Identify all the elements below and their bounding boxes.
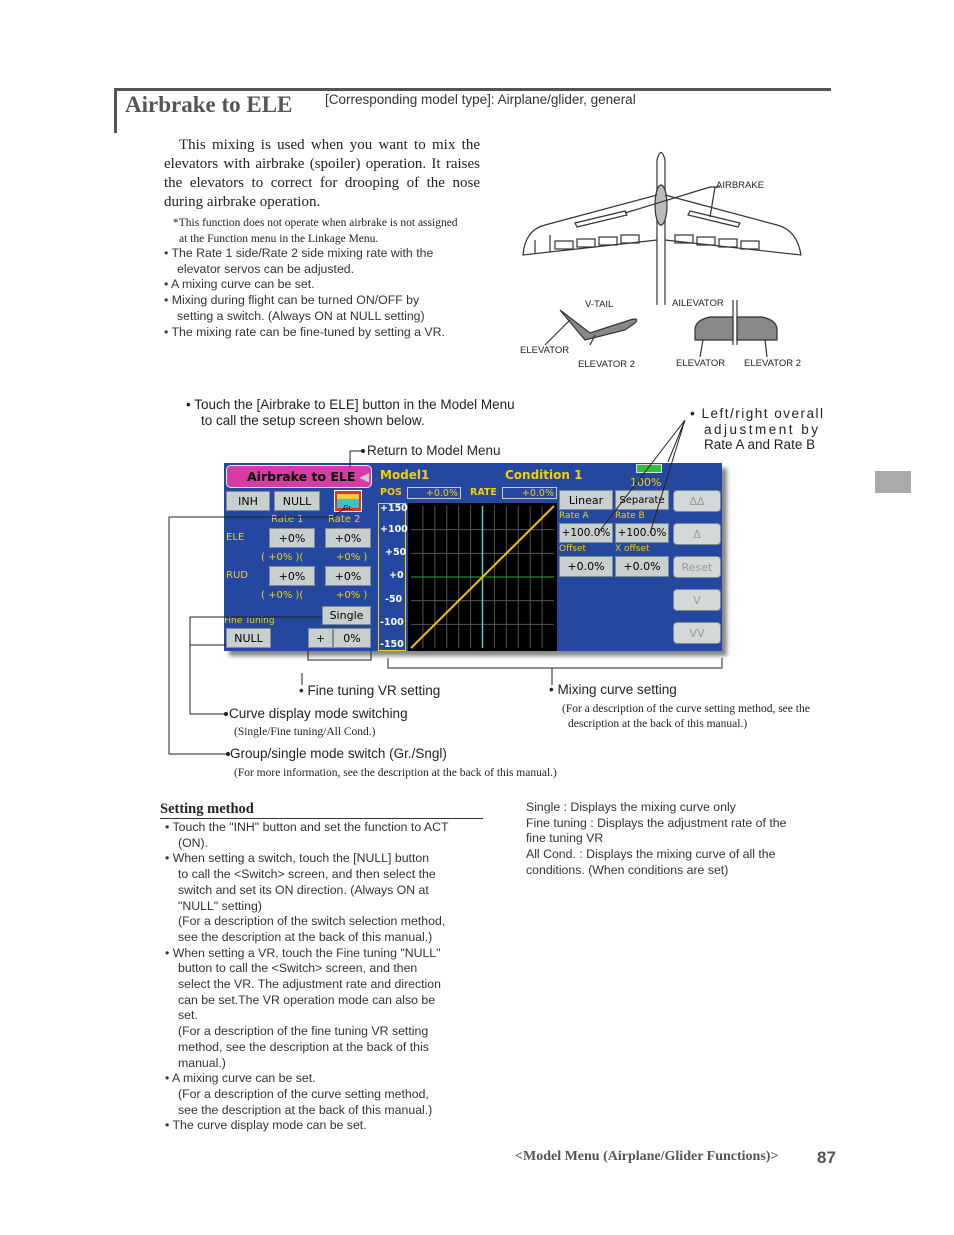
setting-line: can be set.The VR operation mode can als… [178, 992, 436, 1007]
setting-line: set. [178, 1008, 198, 1023]
mode-line: fine tuning VR [526, 831, 604, 846]
setting-line: see the description at the back of this … [178, 929, 433, 944]
annotation-group-note: (For more information, see the descripti… [234, 767, 557, 779]
setting-line: manual.) [178, 1055, 226, 1070]
setting-line: (For a description of the fine tuning VR… [178, 1024, 429, 1039]
setting-line: see the description at the back of this … [178, 1102, 433, 1117]
setting-list: • Touch the "INH" button and set the fun… [165, 820, 449, 1134]
mode-line: conditions. (When conditions are set) [526, 862, 729, 877]
footer-section: <Model Menu (Airplane/Glider Functions)> [515, 1149, 779, 1164]
setting-line: select the VR. The adjustment rate and d… [178, 977, 441, 992]
annotation-group: Group/single mode switch (Gr./Sngl) [230, 746, 447, 761]
annotation-curve-note: (For a description of the curve setting … [562, 703, 810, 715]
section-tab [875, 471, 911, 493]
annotation-curve-mode: Curve display mode switching [229, 706, 408, 721]
setting-line: • The curve display mode can be set. [165, 1118, 367, 1133]
setting-line: button to call the <Switch> screen, and … [178, 961, 418, 976]
setting-line: to call the <Switch> screen, and then se… [178, 867, 436, 882]
annotation-curve: • Mixing curve setting [549, 682, 677, 697]
mode-descriptions: Single : Displays the mixing curve only … [526, 800, 786, 879]
annotation-curve-note: description at the back of this manual.) [568, 718, 748, 730]
setting-heading: Setting method [160, 801, 254, 817]
page-number: 87 [817, 1148, 836, 1167]
setting-line: (ON). [178, 835, 209, 850]
setting-line: • When setting a VR, touch the Fine tuni… [165, 945, 441, 960]
setting-line: (For a description of the switch selecti… [178, 914, 446, 929]
leader-lines [168, 419, 723, 756]
setting-line: • A mixing curve can be set. [165, 1071, 316, 1086]
divider [160, 818, 483, 819]
setting-line: switch and set its ON direction. (Always… [178, 882, 429, 897]
annotation-fine-vr: • Fine tuning VR setting [299, 683, 441, 698]
annotation-curve-mode-note: (Single/Fine tuning/All Cond.) [234, 726, 376, 738]
mode-line: Fine tuning : Displays the adjustment ra… [526, 815, 787, 830]
mode-line: Single : Displays the mixing curve only [526, 800, 736, 814]
setting-line: • Touch the "INH" button and set the fun… [165, 820, 449, 834]
setting-line: "NULL" setting) [178, 898, 262, 913]
setting-line: (For a description of the curve setting … [178, 1086, 429, 1101]
setting-line: method, see the description at the back … [178, 1039, 429, 1054]
setting-line: • When setting a switch, touch the [NULL… [165, 851, 430, 866]
mode-line: All Cond. : Displays the mixing curve of… [526, 847, 776, 862]
